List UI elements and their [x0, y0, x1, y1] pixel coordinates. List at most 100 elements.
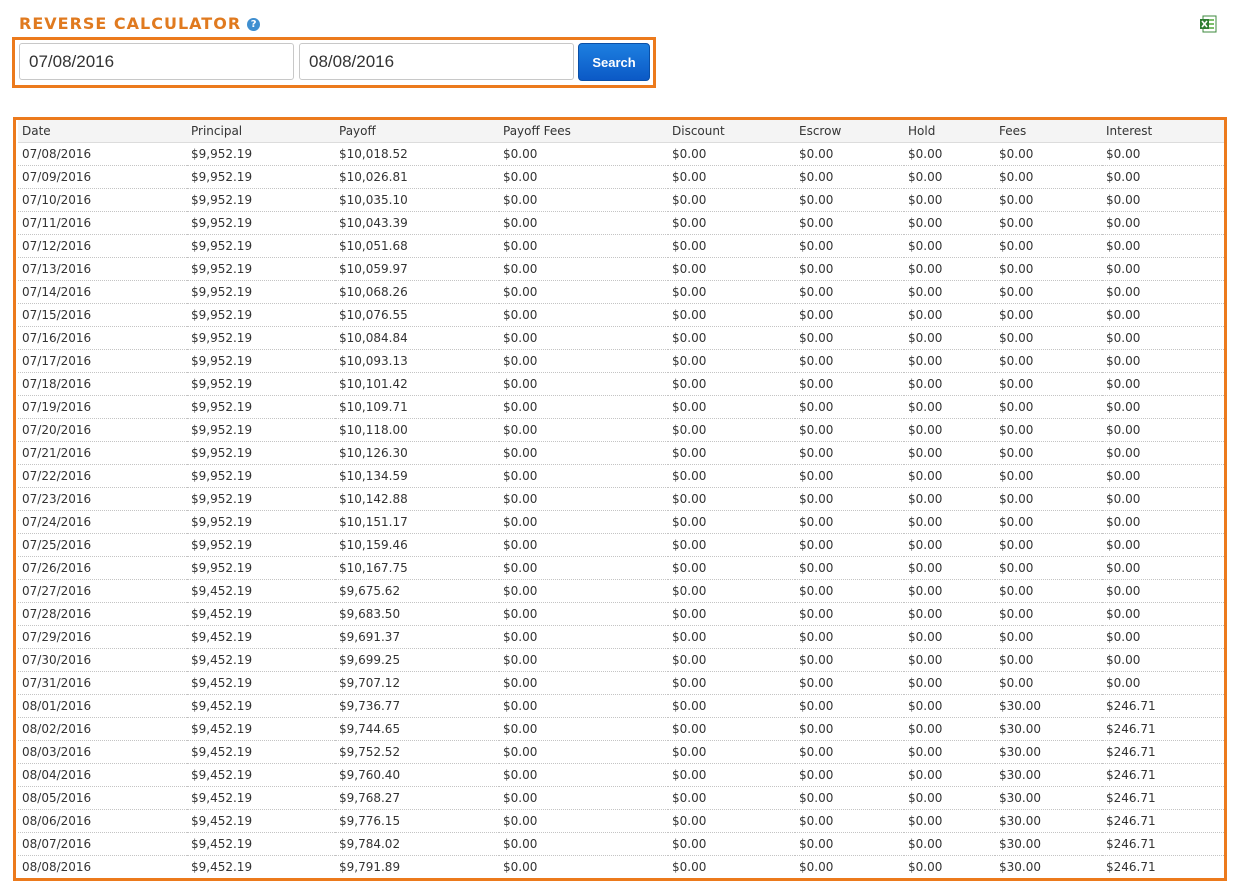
cell-payoff-fees: $0.00: [499, 464, 668, 488]
cell-escrow: $0.00: [795, 418, 904, 442]
cell-date: 07/09/2016: [18, 165, 187, 189]
cell-principal: $9,952.19: [187, 326, 335, 350]
column-header-hold[interactable]: Hold: [904, 120, 995, 143]
cell-date: 07/18/2016: [18, 372, 187, 396]
cell-fees: $30.00: [999, 860, 1041, 874]
cell-hold: $0.00: [904, 372, 995, 396]
help-icon[interactable]: ?: [247, 18, 261, 31]
cell-escrow: $0.00: [795, 142, 904, 166]
column-header-discount[interactable]: Discount: [668, 120, 795, 143]
cell-hold: $0.00: [908, 860, 943, 874]
excel-export-icon[interactable]: [1200, 15, 1217, 33]
cell-principal: $9,452.19: [187, 809, 335, 833]
cell-principal: $9,952.19: [187, 280, 335, 304]
cell-payoff-fees: $0.00: [499, 556, 668, 580]
cell-interest: $0.00: [1102, 556, 1224, 580]
cell-interest: $246.71: [1102, 694, 1224, 718]
table-row: 07/18/2016 $9,952.19 $10,101.42 $0.00 $0.00 $…: [18, 372, 1224, 396]
cell-hold: $0.00: [904, 142, 995, 166]
cell-payoff-fees: $0.00: [499, 165, 668, 189]
column-header-escrow[interactable]: Escrow: [795, 120, 904, 143]
cell-fees: $0.00: [995, 418, 1102, 442]
start-date-input[interactable]: [19, 43, 294, 80]
cell-payoff-fees: $0.00: [499, 579, 668, 603]
cell-payoff-fees: $0.00: [499, 441, 668, 465]
cell-hold: $0.00: [904, 740, 995, 764]
cell-payoff: $10,051.68: [335, 234, 499, 258]
cell-escrow: $0.00: [795, 625, 904, 649]
cell-date: 08/06/2016: [18, 809, 187, 833]
table-row: 08/03/2016 $9,452.19 $9,752.52 $0.00 $0.00 $0…: [18, 740, 1224, 764]
cell-interest: $0.00: [1102, 165, 1224, 189]
cell-discount: $0.00: [668, 418, 795, 442]
cell-date: 07/12/2016: [18, 234, 187, 258]
cell-payoff: $10,101.42: [335, 372, 499, 396]
table-row: 07/12/2016 $9,952.19 $10,051.68 $0.00 $0.00 $…: [18, 234, 1224, 258]
cell-fees: $0.00: [995, 533, 1102, 557]
column-header-fees[interactable]: Fees: [995, 120, 1102, 143]
cell-escrow: $0.00: [795, 717, 904, 741]
table-row: 07/29/2016 $9,452.19 $9,691.37 $0.00 $0.00 $0…: [18, 625, 1224, 649]
cell-fees: $0.00: [995, 441, 1102, 465]
column-header-date[interactable]: Date: [18, 120, 187, 143]
cell-payoff: $9,752.52: [335, 740, 499, 764]
cell-payoff: $10,151.17: [335, 510, 499, 534]
cell-principal: $9,452.19: [187, 832, 335, 856]
cell-discount: $0.00: [668, 510, 795, 534]
table-row: 08/05/2016 $9,452.19 $9,768.27 $0.00 $0.00 $0…: [18, 786, 1224, 810]
column-header-payoff[interactable]: Payoff: [335, 120, 499, 143]
end-date-input[interactable]: [299, 43, 574, 80]
search-button[interactable]: Search: [578, 43, 650, 81]
cell-discount: $0.00: [668, 326, 795, 350]
table-row: 07/09/2016 $9,952.19 $10,026.81 $0.00 $0.00 $…: [18, 165, 1224, 189]
cell-date: 07/22/2016: [18, 464, 187, 488]
cell-payoff: $10,134.59: [335, 464, 499, 488]
cell-principal: $9,952.19: [187, 303, 335, 327]
table-row: 08/01/2016 $9,452.19 $9,736.77 $0.00 $0.00 $0…: [18, 694, 1224, 718]
cell-fees: $30.00: [995, 717, 1102, 741]
cell-discount: $0.00: [668, 372, 795, 396]
cell-escrow: $0.00: [795, 326, 904, 350]
cell-hold: $0.00: [904, 556, 995, 580]
column-header-interest[interactable]: Interest: [1102, 120, 1224, 143]
cell-payoff: $10,142.88: [335, 487, 499, 511]
cell-payoff-fees: $0.00: [499, 763, 668, 787]
cell-escrow: $0.00: [795, 510, 904, 534]
cell-principal: $9,952.19: [187, 418, 335, 442]
cell-fees: $0.00: [995, 326, 1102, 350]
cell-discount: $0.00: [668, 648, 795, 672]
cell-date: 08/08/2016: [22, 860, 92, 874]
cell-interest: $246.71: [1106, 860, 1156, 874]
cell-hold: $0.00: [904, 326, 995, 350]
cell-principal: $9,952.19: [187, 510, 335, 534]
cell-fees: $0.00: [995, 372, 1102, 396]
cell-hold: $0.00: [904, 211, 995, 235]
table-row: 07/31/2016 $9,452.19 $9,707.12 $0.00 $0.00 $0…: [18, 671, 1224, 695]
cell-payoff: $10,084.84: [335, 326, 499, 350]
cell-payoff-fees: $0.00: [499, 533, 668, 557]
cell-payoff: $9,784.02: [335, 832, 499, 856]
cell-hold: $0.00: [904, 763, 995, 787]
cell-fees: $30.00: [995, 809, 1102, 833]
cell-discount: $0.00: [668, 234, 795, 258]
cell-date: 07/16/2016: [18, 326, 187, 350]
cell-principal: $9,952.19: [187, 234, 335, 258]
cell-principal: $9,952.19: [187, 257, 335, 281]
cell-principal: $9,952.19: [187, 211, 335, 235]
cell-escrow: $0.00: [795, 372, 904, 396]
cell-escrow: $0.00: [795, 694, 904, 718]
cell-payoff: $9,791.89: [339, 860, 401, 874]
table-row: 07/30/2016 $9,452.19 $9,699.25 $0.00 $0.00 $0…: [18, 648, 1224, 672]
cell-payoff: $10,018.52: [335, 142, 499, 166]
cell-payoff: $10,118.00: [335, 418, 499, 442]
column-header-principal[interactable]: Principal: [187, 120, 335, 143]
cell-discount: $0.00: [668, 280, 795, 304]
cell-principal: $9,952.19: [187, 165, 335, 189]
cell-payoff-fees: $0.00: [499, 487, 668, 511]
table-row: 07/25/2016 $9,952.19 $10,159.46 $0.00 $0.00 $…: [18, 533, 1224, 557]
column-header-payoff-fees[interactable]: Payoff Fees: [499, 120, 668, 143]
cell-date: 08/03/2016: [18, 740, 187, 764]
cell-interest: $0.00: [1102, 625, 1224, 649]
cell-interest: $0.00: [1102, 142, 1224, 166]
cell-payoff-fees: $0.00: [499, 625, 668, 649]
